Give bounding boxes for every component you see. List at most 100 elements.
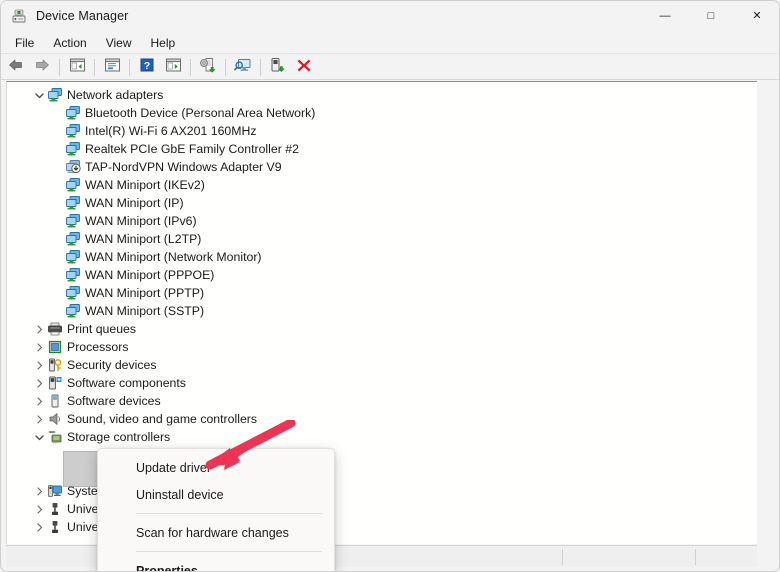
chevron-right-icon[interactable]: [31, 501, 47, 517]
tree-row-storage-controllers[interactable]: Storage controllers: [7, 428, 757, 446]
storage-controller-icon: [47, 429, 63, 445]
show-hide-console-tree-button[interactable]: [65, 56, 89, 78]
tree-row-tap-nordvpn[interactable]: TAP-NordVPN Windows Adapter V9: [7, 158, 757, 176]
tree-row-wan-miniport-l2tp[interactable]: WAN Miniport (L2TP): [7, 230, 757, 248]
uninstall-device-button[interactable]: [292, 56, 316, 78]
tree-row-wan-miniport-network-monitor[interactable]: WAN Miniport (Network Monitor): [7, 248, 757, 266]
chevron-down-icon[interactable]: [31, 87, 47, 103]
close-button[interactable]: ✕: [734, 0, 780, 32]
ctx-update-driver[interactable]: Update driver: [98, 454, 334, 481]
help-button[interactable]: ?: [135, 56, 159, 78]
network-adapter-icon: [65, 141, 81, 157]
properties-window-icon: [104, 57, 121, 78]
chevron-right-icon[interactable]: [31, 519, 47, 535]
tree-label: Sound, video and game controllers: [67, 412, 258, 426]
ctx-uninstall-device-label: Uninstall device: [136, 487, 224, 502]
toolbar-separator-5: [225, 58, 226, 76]
menu-view-label: View: [105, 35, 132, 50]
network-adapter-icon: [65, 105, 81, 121]
tree-row-wan-miniport-pppoe[interactable]: WAN Miniport (PPPOE): [7, 266, 757, 284]
tree-row-wan-miniport-ikev2[interactable]: WAN Miniport (IKEv2): [7, 176, 757, 194]
ctx-scan-hardware-changes[interactable]: Scan for hardware changes: [98, 519, 334, 546]
tree-label: WAN Miniport (L2TP): [85, 232, 202, 246]
tree-label: Storage controllers: [67, 430, 171, 444]
tree-row-wan-miniport-ip[interactable]: WAN Miniport (IP): [7, 194, 757, 212]
minimize-icon: —: [659, 9, 671, 22]
tree-label: WAN Miniport (PPTP): [85, 286, 205, 300]
chevron-right-icon[interactable]: [31, 393, 47, 409]
tree-row-print-queues[interactable]: Print queues: [7, 320, 757, 338]
toolbar-separator-4: [190, 58, 191, 76]
toolbar: ?: [0, 55, 780, 80]
status-bar-divider-2: [695, 549, 696, 565]
network-adapter-icon: [65, 267, 81, 283]
back-arrow-icon: [7, 57, 25, 78]
ctx-properties-label: Properties: [136, 563, 198, 572]
back-button[interactable]: [4, 56, 28, 78]
context-menu[interactable]: Update driver Uninstall device Scan for …: [97, 448, 335, 572]
forward-button[interactable]: [30, 56, 54, 78]
tree-row-wan-miniport-ipv6[interactable]: WAN Miniport (IPv6): [7, 212, 757, 230]
close-icon: ✕: [752, 9, 762, 22]
chevron-right-icon[interactable]: [31, 357, 47, 373]
printer-icon: [47, 321, 63, 337]
chevron-right-icon[interactable]: [31, 483, 47, 499]
menu-view[interactable]: View: [97, 34, 141, 52]
ctx-scan-hardware-changes-label: Scan for hardware changes: [136, 525, 289, 540]
menu-file[interactable]: File: [6, 34, 43, 52]
software-component-icon: [47, 375, 63, 391]
menu-file-label: File: [15, 35, 35, 50]
sound-controller-icon: [47, 411, 63, 427]
minimize-button[interactable]: —: [642, 0, 688, 32]
tree-row-network-adapters[interactable]: Network adapters: [7, 86, 757, 104]
tree-row-sound-video-game-controllers[interactable]: Sound, video and game controllers: [7, 410, 757, 428]
chevron-right-icon[interactable]: [31, 375, 47, 391]
toolbar-separator-3: [129, 58, 130, 76]
chevron-right-icon[interactable]: [31, 411, 47, 427]
network-adapter-icon: [65, 177, 81, 193]
show-hide-action-pane-button[interactable]: [161, 56, 185, 78]
tree-row-realtek-pcie[interactable]: Realtek PCIe GbE Family Controller #2: [7, 140, 757, 158]
chevron-right-icon[interactable]: [31, 339, 47, 355]
scan-hardware-changes-button[interactable]: [231, 56, 255, 78]
tree-row-intel-wifi[interactable]: Intel(R) Wi-Fi 6 AX201 160MHz: [7, 122, 757, 140]
properties-button[interactable]: [100, 56, 124, 78]
network-adapter-icon: [65, 285, 81, 301]
toolbar-separator-2: [94, 58, 95, 76]
maximize-button[interactable]: □: [688, 0, 734, 32]
tree-row-software-devices[interactable]: Software devices: [7, 392, 757, 410]
context-menu-separator-1: [136, 513, 322, 514]
menu-action[interactable]: Action: [44, 34, 95, 52]
system-device-icon: [47, 483, 63, 499]
network-adapter-icon: [65, 303, 81, 319]
forward-arrow-icon: [33, 57, 51, 78]
tree-row-processors[interactable]: Processors: [7, 338, 757, 356]
menu-bar: File Action View Help: [0, 32, 780, 54]
tree-label: WAN Miniport (IP): [85, 196, 184, 210]
menu-help[interactable]: Help: [142, 34, 185, 52]
svg-text:?: ?: [144, 60, 150, 72]
tree-label: WAN Miniport (IKEv2): [85, 178, 205, 192]
tree-label: Software components: [67, 376, 186, 390]
network-adapter-disabled-icon: [65, 159, 81, 175]
tree-row-software-components[interactable]: Software components: [7, 374, 757, 392]
usb-icon: [47, 519, 63, 535]
toolbar-separator-6: [260, 58, 261, 76]
chevron-right-icon[interactable]: [31, 321, 47, 337]
tree-label: WAN Miniport (SSTP): [85, 304, 205, 318]
tree-label: TAP-NordVPN Windows Adapter V9: [85, 160, 282, 174]
network-adapter-icon: [65, 213, 81, 229]
tree-row-wan-miniport-pptp[interactable]: WAN Miniport (PPTP): [7, 284, 757, 302]
update-driver-button[interactable]: [196, 56, 220, 78]
tree-row-wan-miniport-sstp[interactable]: WAN Miniport (SSTP): [7, 302, 757, 320]
ctx-uninstall-device[interactable]: Uninstall device: [98, 481, 334, 508]
network-adapter-icon: [65, 195, 81, 211]
chevron-down-icon[interactable]: [31, 429, 47, 445]
tree-label: Print queues: [67, 322, 137, 336]
device-manager-window: Device Manager — □ ✕ File Action View He…: [0, 0, 780, 572]
tree-row-bluetooth-device[interactable]: Bluetooth Device (Personal Area Network): [7, 104, 757, 122]
tree-row-security-devices[interactable]: Security devices: [7, 356, 757, 374]
menu-help-label: Help: [150, 35, 176, 50]
enable-device-button[interactable]: [266, 56, 290, 78]
ctx-properties[interactable]: Properties: [98, 557, 334, 572]
